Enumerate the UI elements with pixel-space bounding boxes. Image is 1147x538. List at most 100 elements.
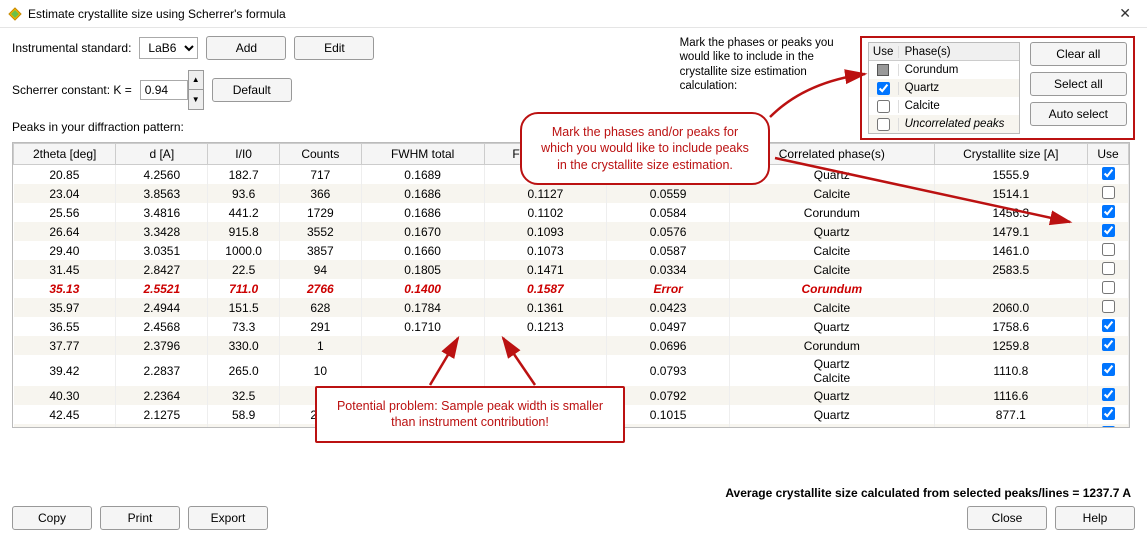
use-checkbox[interactable] bbox=[1102, 243, 1115, 256]
use-checkbox[interactable] bbox=[1102, 205, 1115, 218]
phase-checkbox[interactable] bbox=[877, 100, 890, 113]
phase-name: Calcite bbox=[899, 100, 1019, 112]
cell: 20.85 bbox=[14, 165, 116, 185]
table-row[interactable]: 35.972.4944151.56280.17840.13610.0423Cal… bbox=[14, 298, 1129, 317]
cell: 29.40 bbox=[14, 241, 116, 260]
cell: 37.77 bbox=[14, 336, 116, 355]
table-row[interactable]: 25.563.4816441.217290.16860.11020.0584Co… bbox=[14, 203, 1129, 222]
cell: 26.64 bbox=[14, 222, 116, 241]
table-row[interactable]: 31.452.842722.5940.18050.14710.0334Calci… bbox=[14, 260, 1129, 279]
cell: Corundum bbox=[730, 203, 935, 222]
add-button[interactable]: Add bbox=[206, 36, 286, 60]
cell: 1456.3 bbox=[934, 203, 1087, 222]
cell: 1000.0 bbox=[208, 241, 280, 260]
col-header[interactable]: Use bbox=[1088, 144, 1129, 165]
use-checkbox[interactable] bbox=[1102, 262, 1115, 275]
cell: 36.55 bbox=[14, 317, 116, 336]
cell: 0.1015 bbox=[607, 405, 730, 424]
cell: 1729 bbox=[279, 203, 361, 222]
use-checkbox[interactable] bbox=[1102, 167, 1115, 180]
cell: 35.13 bbox=[14, 279, 116, 298]
col-header[interactable]: 2theta [deg] bbox=[14, 144, 116, 165]
col-header[interactable]: FWHM total bbox=[361, 144, 484, 165]
use-checkbox[interactable] bbox=[1102, 407, 1115, 420]
standard-select[interactable]: LaB6 bbox=[139, 37, 198, 59]
cell: 1514.1 bbox=[934, 184, 1087, 203]
cell: 0.0584 bbox=[607, 203, 730, 222]
close-icon[interactable]: ✕ bbox=[1111, 3, 1139, 24]
phase-name: Quartz bbox=[899, 82, 1019, 94]
default-button[interactable]: Default bbox=[212, 78, 292, 102]
k-input[interactable] bbox=[140, 80, 188, 100]
col-header[interactable]: d [A] bbox=[116, 144, 208, 165]
cell: 628 bbox=[279, 298, 361, 317]
cell: Quartz bbox=[730, 222, 935, 241]
table-row[interactable]: 29.403.03511000.038570.16600.10730.0587C… bbox=[14, 241, 1129, 260]
auto-select-button[interactable]: Auto select bbox=[1030, 102, 1127, 126]
close-button[interactable]: Close bbox=[967, 506, 1047, 530]
use-checkbox[interactable] bbox=[1102, 224, 1115, 237]
phases-table[interactable]: UsePhase(s)CorundumQuartzCalciteUncorrel… bbox=[868, 42, 1020, 134]
use-checkbox[interactable] bbox=[1102, 426, 1115, 429]
cell: 711.0 bbox=[208, 279, 280, 298]
use-checkbox[interactable] bbox=[1102, 363, 1115, 376]
use-checkbox[interactable] bbox=[1102, 319, 1115, 332]
phase-checkbox[interactable] bbox=[877, 118, 890, 131]
cell: 2.3796 bbox=[116, 336, 208, 355]
table-row[interactable]: 26.643.3428915.835520.16700.10930.0576Qu… bbox=[14, 222, 1129, 241]
use-checkbox[interactable] bbox=[1102, 186, 1115, 199]
table-row[interactable]: 39.422.2837265.0100.0793QuartzCalcite111… bbox=[14, 355, 1129, 386]
export-button[interactable]: Export bbox=[188, 506, 268, 530]
cell: 0.1073 bbox=[484, 241, 607, 260]
cell: 0.1686 bbox=[361, 184, 484, 203]
table-row[interactable]: 37.772.3796330.010.0696Corundum1259.8 bbox=[14, 336, 1129, 355]
cell: QuartzCalcite bbox=[730, 355, 935, 386]
cell: 2.2837 bbox=[116, 355, 208, 386]
cell: 94 bbox=[279, 260, 361, 279]
cell: 265.0 bbox=[208, 355, 280, 386]
cell: 2.4944 bbox=[116, 298, 208, 317]
cell: 0.1805 bbox=[361, 260, 484, 279]
cell: 0.0792 bbox=[607, 386, 730, 405]
use-checkbox[interactable] bbox=[1102, 300, 1115, 313]
help-button[interactable]: Help bbox=[1055, 506, 1135, 530]
cell: 1758.6 bbox=[934, 317, 1087, 336]
use-checkbox[interactable] bbox=[1102, 281, 1115, 294]
use-checkbox[interactable] bbox=[1102, 388, 1115, 401]
cell: 0.0793 bbox=[607, 355, 730, 386]
use-checkbox[interactable] bbox=[1102, 338, 1115, 351]
cell: 3.4816 bbox=[116, 203, 208, 222]
cell: 43.33 bbox=[14, 424, 116, 428]
cell: 330.0 bbox=[208, 336, 280, 355]
titlebar: Estimate crystallite size using Scherrer… bbox=[0, 0, 1147, 28]
cell: 0.0559 bbox=[607, 184, 730, 203]
cell: 1116.6 bbox=[934, 386, 1087, 405]
col-header[interactable]: Counts bbox=[279, 144, 361, 165]
table-row[interactable]: 23.043.856393.63660.16860.11270.0559Calc… bbox=[14, 184, 1129, 203]
print-button[interactable]: Print bbox=[100, 506, 180, 530]
cell: 3.3428 bbox=[116, 222, 208, 241]
col-header[interactable]: I/I0 bbox=[208, 144, 280, 165]
cell: 73.3 bbox=[208, 317, 280, 336]
cell: 40.30 bbox=[14, 386, 116, 405]
cell: 0.1784 bbox=[361, 298, 484, 317]
cell: 3857 bbox=[279, 241, 361, 260]
phase-checkbox[interactable] bbox=[877, 82, 890, 95]
col-header[interactable]: Crystallite size [A] bbox=[934, 144, 1087, 165]
k-spin-up[interactable]: ▲ bbox=[188, 70, 204, 90]
phase-checkbox[interactable] bbox=[877, 64, 889, 76]
select-all-button[interactable]: Select all bbox=[1030, 72, 1127, 96]
cell: Error bbox=[607, 279, 730, 298]
cell: 717 bbox=[279, 165, 361, 185]
cell: 0.1361 bbox=[484, 298, 607, 317]
table-row[interactable]: 36.552.456873.32910.17100.12130.0497Quar… bbox=[14, 317, 1129, 336]
copy-button[interactable]: Copy bbox=[12, 506, 92, 530]
cell: Calcite bbox=[730, 298, 935, 317]
cell: 2.4568 bbox=[116, 317, 208, 336]
cell: Quartz bbox=[730, 317, 935, 336]
clear-all-button[interactable]: Clear all bbox=[1030, 42, 1127, 66]
cell bbox=[484, 355, 607, 386]
edit-button[interactable]: Edit bbox=[294, 36, 374, 60]
table-row[interactable]: 35.132.5521711.027660.14000.1587ErrorCor… bbox=[14, 279, 1129, 298]
k-spin-down[interactable]: ▼ bbox=[188, 90, 204, 110]
